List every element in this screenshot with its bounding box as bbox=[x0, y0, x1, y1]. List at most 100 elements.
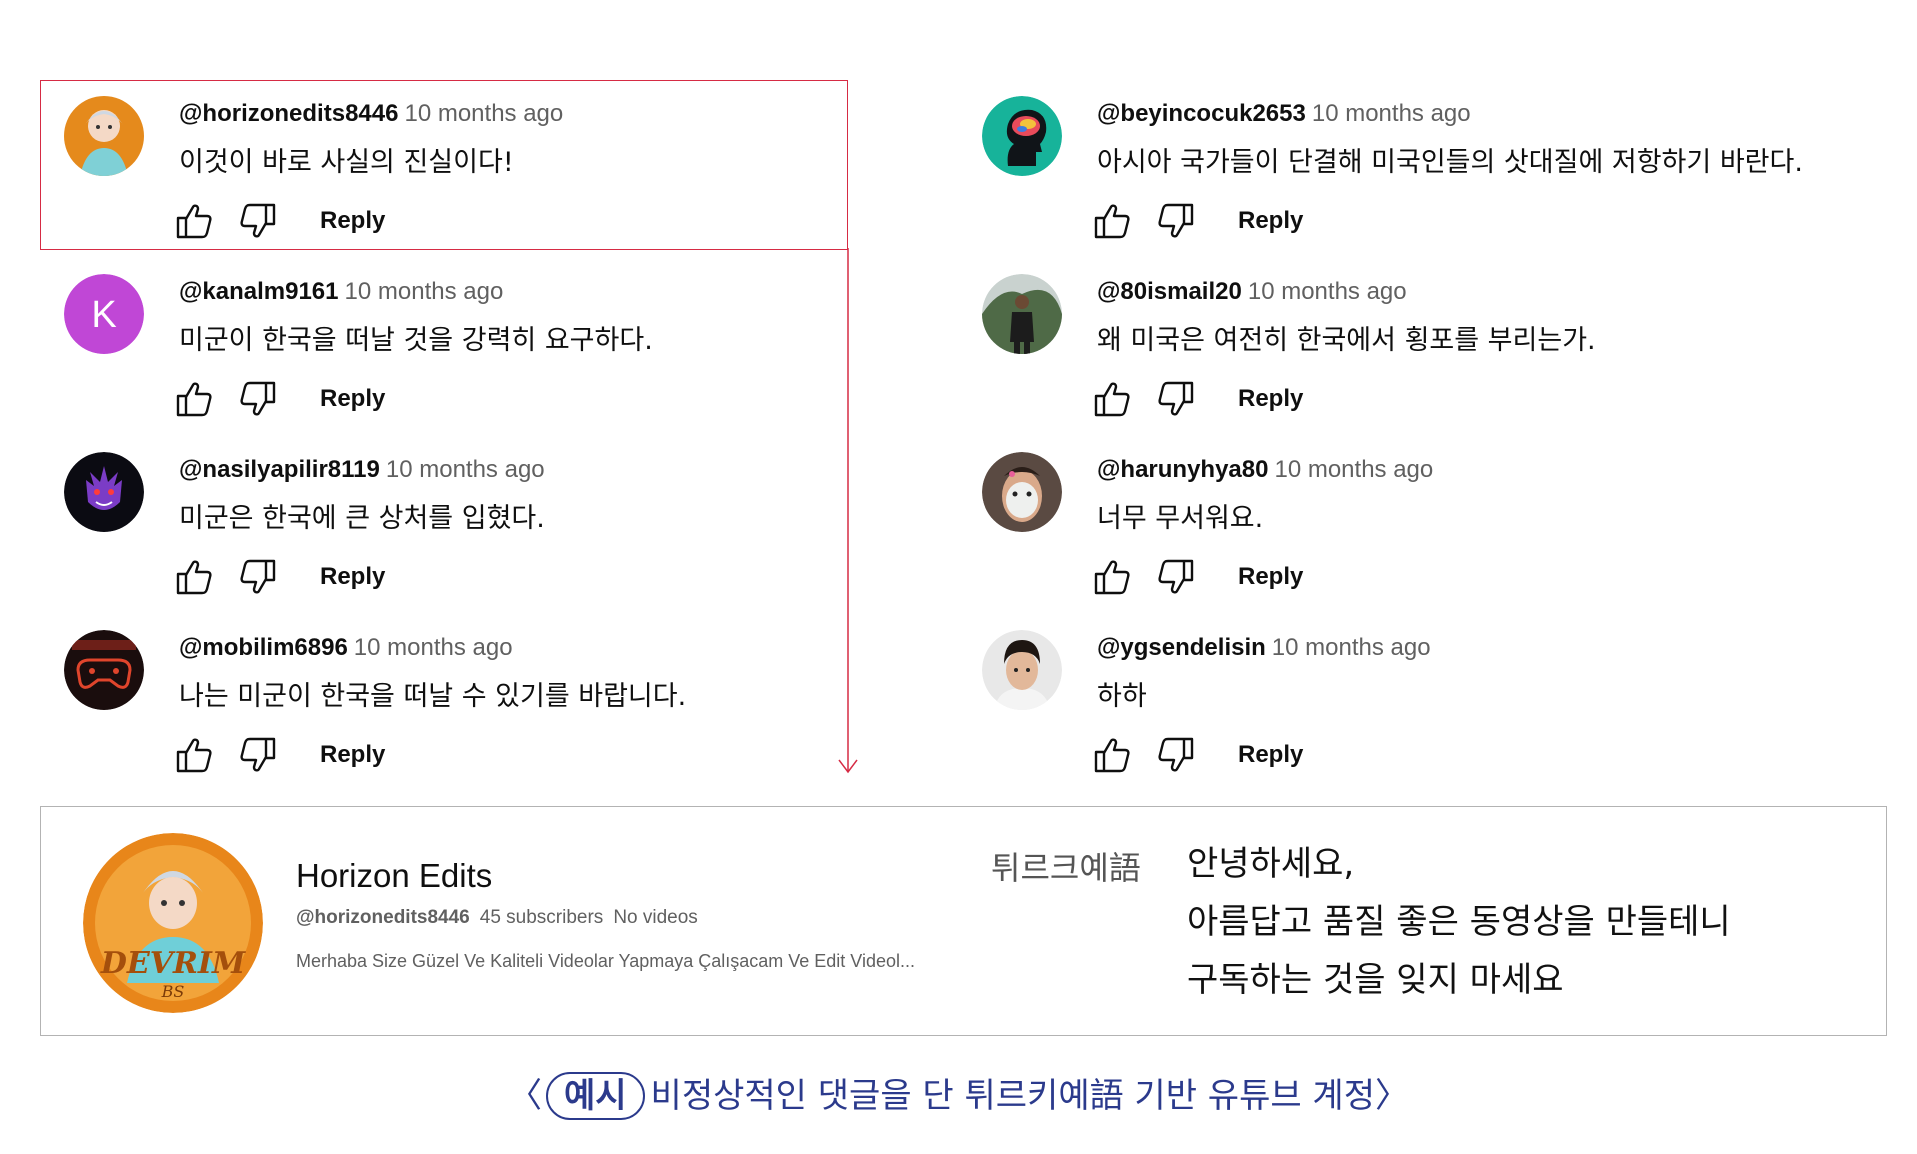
comment: @nasilyapilir8119 10 months ago 미군은 한국에 큰… bbox=[64, 452, 944, 602]
person-outdoor-avatar-icon bbox=[982, 274, 1062, 354]
like-button[interactable] bbox=[1092, 379, 1138, 423]
comment-time: 10 months ago bbox=[1247, 278, 1407, 305]
brain-head-avatar-icon bbox=[982, 96, 1062, 176]
like-button[interactable] bbox=[1092, 557, 1138, 601]
caption-tag: 예시 bbox=[545, 1072, 645, 1120]
gamepad-logo-avatar-icon bbox=[64, 630, 144, 710]
reply-button[interactable]: Reply bbox=[320, 207, 385, 235]
dislike-button[interactable] bbox=[1156, 735, 1202, 779]
comment: @mobilim6896 10 months ago 나는 미군이 한국을 떠날 … bbox=[64, 630, 944, 780]
comment-author[interactable]: @kanalm9161 bbox=[179, 278, 339, 305]
dislike-button[interactable] bbox=[1156, 201, 1202, 245]
avatar-letter: K bbox=[91, 294, 116, 336]
young-man-avatar-icon bbox=[982, 630, 1062, 710]
avatar-logo-subtext: BS bbox=[161, 982, 185, 1001]
translation-line: 아름답고 품질 좋은 동영상을 만들테니 bbox=[1187, 902, 1731, 942]
dislike-button[interactable] bbox=[238, 201, 284, 245]
comment-text: 너무 무서워요. bbox=[1097, 503, 1264, 534]
comment-author[interactable]: @beyincocuk2653 bbox=[1097, 100, 1306, 127]
thumb-up-icon bbox=[174, 557, 214, 597]
comment-text: 아시아 국가들이 단결해 미국인들의 삿대질에 저항하기 바란다. bbox=[1097, 147, 1803, 178]
thumb-down-icon bbox=[238, 201, 278, 241]
avatar-logo-text: DEVRIM bbox=[100, 946, 246, 981]
dislike-button[interactable] bbox=[238, 379, 284, 423]
thumb-down-icon bbox=[1156, 379, 1196, 419]
caption-close-bracket: 〉 bbox=[1375, 1076, 1409, 1116]
caption-open-bracket: 〈 bbox=[507, 1076, 542, 1116]
caption-text: 비정상적인 댓글을 단 튀르키예語 기반 유튜브 계정 bbox=[650, 1076, 1375, 1116]
thumb-up-icon bbox=[174, 735, 214, 775]
avatar[interactable] bbox=[982, 274, 1062, 354]
like-button[interactable] bbox=[174, 201, 220, 245]
reply-button[interactable]: Reply bbox=[320, 741, 385, 769]
comment-author[interactable]: @mobilim6896 bbox=[179, 634, 348, 661]
comment-time: 10 months ago bbox=[353, 634, 513, 661]
avatar[interactable] bbox=[982, 96, 1062, 176]
translation-line: 구독하는 것을 잊지 마세요 bbox=[1187, 960, 1564, 1000]
translation-language-label: 튀르크예語 bbox=[991, 849, 1141, 887]
comment-author[interactable]: @80ismail20 bbox=[1097, 278, 1242, 305]
reply-button[interactable]: Reply bbox=[320, 385, 385, 413]
thumb-up-icon bbox=[1092, 201, 1132, 241]
thumb-down-icon bbox=[1156, 735, 1196, 775]
comment-time: 10 months ago bbox=[404, 100, 564, 127]
reply-button[interactable]: Reply bbox=[1238, 207, 1303, 235]
dislike-button[interactable] bbox=[1156, 557, 1202, 601]
comment-time: 10 months ago bbox=[1311, 100, 1471, 127]
comment-text: 미군이 한국을 떠날 것을 강력히 요구하다. bbox=[179, 325, 653, 356]
avatar[interactable] bbox=[64, 96, 144, 176]
like-button[interactable] bbox=[1092, 735, 1138, 779]
thumb-down-icon bbox=[1156, 557, 1196, 597]
translation-line: 안녕하세요, bbox=[1187, 844, 1355, 884]
purple-ghost-avatar-icon bbox=[64, 452, 144, 532]
like-button[interactable] bbox=[174, 735, 220, 779]
dislike-button[interactable] bbox=[238, 557, 284, 601]
comment-time: 10 months ago bbox=[344, 278, 504, 305]
reply-button[interactable]: Reply bbox=[1238, 385, 1303, 413]
thumb-down-icon bbox=[238, 735, 278, 775]
channel-name[interactable]: Horizon Edits bbox=[296, 857, 492, 895]
comment-text: 미군은 한국에 큰 상처를 입혔다. bbox=[179, 503, 545, 534]
letter-avatar-icon: K bbox=[64, 274, 144, 354]
like-button[interactable] bbox=[1092, 201, 1138, 245]
comment-author[interactable]: @nasilyapilir8119 bbox=[179, 456, 380, 483]
channel-handle[interactable]: @horizonedits8446 bbox=[296, 907, 470, 928]
comment-text: 왜 미국은 여전히 한국에서 횡포를 부리는가. bbox=[1097, 325, 1596, 356]
dislike-button[interactable] bbox=[1156, 379, 1202, 423]
comment-time: 10 months ago bbox=[385, 456, 545, 483]
avatar[interactable] bbox=[982, 452, 1062, 532]
reply-button[interactable]: Reply bbox=[1238, 563, 1303, 591]
translation-text: 안녕하세요, 아름답고 품질 좋은 동영상을 만들테니 구독하는 것을 잊지 마… bbox=[1187, 835, 1731, 1009]
comment: @horizonedits8446 10 months ago 이것이 바로 사실… bbox=[64, 96, 944, 246]
thumb-down-icon bbox=[1156, 201, 1196, 241]
thumb-down-icon bbox=[238, 379, 278, 419]
reply-button[interactable]: Reply bbox=[320, 563, 385, 591]
comment: @ygsendelisin 10 months ago 하하 Reply bbox=[982, 630, 1862, 780]
comment-text: 나는 미군이 한국을 떠날 수 있기를 바랍니다. bbox=[179, 681, 687, 712]
channel-videos: No videos bbox=[613, 907, 698, 928]
avatar[interactable] bbox=[64, 452, 144, 532]
face-mask-avatar-icon bbox=[982, 452, 1062, 532]
avatar[interactable]: K bbox=[64, 274, 144, 354]
comment-time: 10 months ago bbox=[1274, 456, 1434, 483]
comment-author[interactable]: @horizonedits8446 bbox=[179, 100, 398, 127]
channel-profile-box: DEVRIM BS Horizon Edits @horizonedits844… bbox=[40, 806, 1887, 1036]
channel-description[interactable]: Merhaba Size Güzel Ve Kaliteli Videolar … bbox=[296, 951, 915, 972]
like-button[interactable] bbox=[174, 379, 220, 423]
thumb-up-icon bbox=[1092, 735, 1132, 775]
like-button[interactable] bbox=[174, 557, 220, 601]
comment-author[interactable]: @harunyhya80 bbox=[1097, 456, 1268, 483]
avatar[interactable] bbox=[982, 630, 1062, 710]
thumb-up-icon bbox=[174, 379, 214, 419]
dislike-button[interactable] bbox=[238, 735, 284, 779]
channel-subscribers: 45 subscribers bbox=[479, 907, 604, 928]
comment-text: 이것이 바로 사실의 진실이다! bbox=[179, 147, 514, 178]
comment-time: 10 months ago bbox=[1271, 634, 1431, 661]
channel-avatar[interactable]: DEVRIM BS bbox=[83, 833, 263, 1013]
reply-button[interactable]: Reply bbox=[1238, 741, 1303, 769]
comment: K @kanalm9161 10 months ago 미군이 한국을 떠날 것을… bbox=[64, 274, 944, 424]
comment-text: 하하 bbox=[1097, 681, 1147, 712]
channel-stats: @horizonedits8446 45 subscribers No videos bbox=[296, 907, 698, 929]
comment-author[interactable]: @ygsendelisin bbox=[1097, 634, 1266, 661]
avatar[interactable] bbox=[64, 630, 144, 710]
